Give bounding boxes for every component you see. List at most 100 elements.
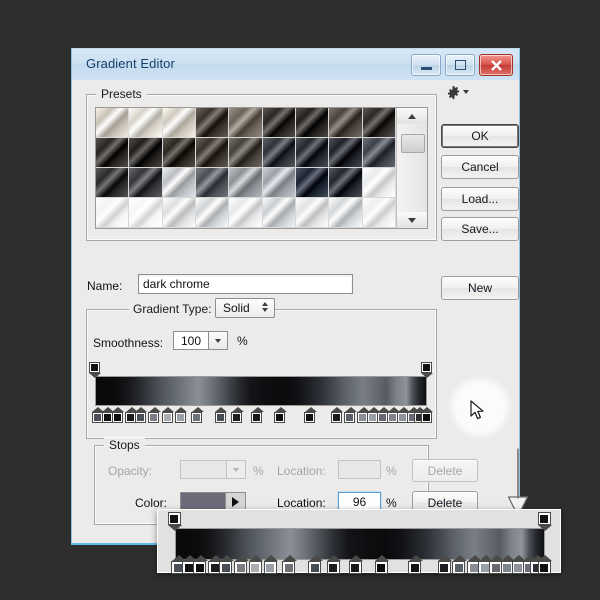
inset-color-stop (374, 555, 390, 574)
color-location-unit: % (386, 496, 397, 510)
preset-swatch[interactable] (329, 198, 363, 228)
color-stop[interactable] (231, 407, 244, 423)
color-stop[interactable] (304, 407, 317, 423)
presets-group: Presets (86, 83, 476, 241)
inset-color-stop (437, 555, 453, 574)
inset-opacity-stop (167, 512, 183, 531)
color-stop[interactable] (134, 407, 148, 423)
close-button[interactable] (479, 54, 513, 76)
preset-swatch[interactable] (162, 108, 196, 138)
preset-swatch[interactable] (195, 168, 230, 198)
color-stop[interactable] (420, 407, 434, 423)
gradient-type-select[interactable]: Solid (215, 298, 275, 318)
gradient-settings-group: Gradient Type: Solid Smoothness: 100 % (86, 298, 437, 439)
preset-swatch[interactable] (295, 138, 330, 168)
color-stop[interactable] (111, 407, 125, 423)
preset-swatch[interactable] (329, 168, 363, 198)
window-body: Presets OK Cancel Load... Save... New Na… (72, 80, 519, 544)
window-title-bar[interactable]: Gradient Editor (72, 49, 519, 81)
caret-right-icon[interactable] (225, 493, 245, 510)
preset-swatch[interactable] (96, 198, 130, 228)
preset-swatch[interactable] (329, 138, 363, 168)
preset-swatch[interactable] (229, 108, 263, 138)
preset-swatch[interactable] (329, 108, 363, 138)
minimize-icon (420, 66, 432, 70)
opacity-delete-button: Delete (412, 459, 478, 482)
caret-down-icon (233, 467, 239, 472)
new-button[interactable]: New (441, 276, 519, 300)
presets-scrollbar[interactable] (396, 108, 427, 228)
preset-swatch[interactable] (129, 168, 163, 198)
preset-swatch[interactable] (362, 138, 396, 168)
preset-swatch[interactable] (96, 168, 130, 198)
preset-swatch[interactable] (195, 198, 230, 228)
inset-color-stop (248, 555, 264, 574)
scroll-up-arrow[interactable] (397, 108, 427, 124)
presets-label: Presets (96, 87, 147, 101)
triangle-down-icon (408, 217, 416, 223)
preset-swatch[interactable] (195, 138, 230, 168)
gradient-preview-bar[interactable] (95, 376, 427, 406)
cancel-button[interactable]: Cancel (441, 155, 519, 179)
opacity-location-label: Location: (277, 464, 326, 478)
color-stop[interactable] (274, 407, 287, 423)
preset-swatch[interactable] (96, 108, 130, 138)
inset-color-stop (263, 555, 279, 574)
gradient-bar-area[interactable] (88, 362, 433, 424)
color-stop[interactable] (161, 407, 175, 423)
preset-swatch[interactable] (295, 198, 330, 228)
preset-swatch[interactable] (229, 168, 263, 198)
opacity-stop[interactable] (88, 362, 102, 378)
preset-swatch[interactable] (229, 138, 263, 168)
preset-swatch[interactable] (362, 168, 396, 198)
scrollbar-thumb[interactable] (401, 134, 425, 153)
save-button[interactable]: Save... (441, 217, 519, 241)
smoothness-dropdown-button[interactable] (209, 331, 228, 350)
scroll-down-arrow[interactable] (397, 212, 427, 228)
preset-swatch[interactable] (96, 138, 130, 168)
close-icon (490, 59, 502, 71)
color-stop[interactable] (174, 407, 188, 423)
load-button[interactable]: Load... (441, 187, 519, 211)
color-stop[interactable] (191, 407, 204, 423)
triangle-up-icon (408, 113, 416, 119)
preset-swatch[interactable] (162, 168, 196, 198)
preset-swatch[interactable] (162, 138, 196, 168)
preset-swatch[interactable] (262, 168, 296, 198)
maximize-icon (454, 60, 466, 70)
preset-swatch[interactable] (262, 138, 296, 168)
preset-swatch[interactable] (129, 198, 163, 228)
preset-swatch[interactable] (362, 198, 396, 228)
preset-swatch[interactable] (195, 108, 230, 138)
presets-menu-button[interactable] (444, 83, 476, 101)
preset-swatch[interactable] (295, 168, 330, 198)
color-stop[interactable] (148, 407, 161, 423)
gradient-editor-window: Gradient Editor Presets OK Cancel Load..… (71, 48, 520, 545)
opacity-stop[interactable] (420, 362, 434, 378)
color-stop[interactable] (330, 407, 344, 423)
preset-swatch[interactable] (229, 198, 263, 228)
color-stop[interactable] (251, 407, 264, 423)
maximize-button[interactable] (445, 54, 475, 76)
mouse-cursor (470, 400, 484, 420)
preset-swatch[interactable] (129, 108, 163, 138)
smoothness-input[interactable]: 100 (173, 331, 209, 350)
window-title: Gradient Editor (86, 56, 175, 71)
window-controls (411, 54, 513, 76)
name-input[interactable]: dark chrome (138, 274, 353, 294)
inset-opacity-stop (537, 512, 553, 531)
color-stop[interactable] (344, 407, 357, 423)
preset-swatch[interactable] (362, 108, 396, 138)
minimize-button[interactable] (411, 54, 441, 76)
zoomed-gradient-bar-inset (157, 509, 561, 574)
preset-swatch[interactable] (295, 108, 330, 138)
color-stop[interactable] (214, 407, 228, 423)
gear-icon (447, 85, 460, 99)
preset-swatch[interactable] (262, 198, 296, 228)
preset-swatch[interactable] (129, 138, 163, 168)
ok-button[interactable]: OK (441, 124, 519, 148)
preset-swatch[interactable] (162, 198, 196, 228)
preset-swatch[interactable] (262, 108, 296, 138)
opacity-location-unit: % (386, 464, 397, 478)
presets-swatch-grid[interactable] (96, 108, 396, 228)
